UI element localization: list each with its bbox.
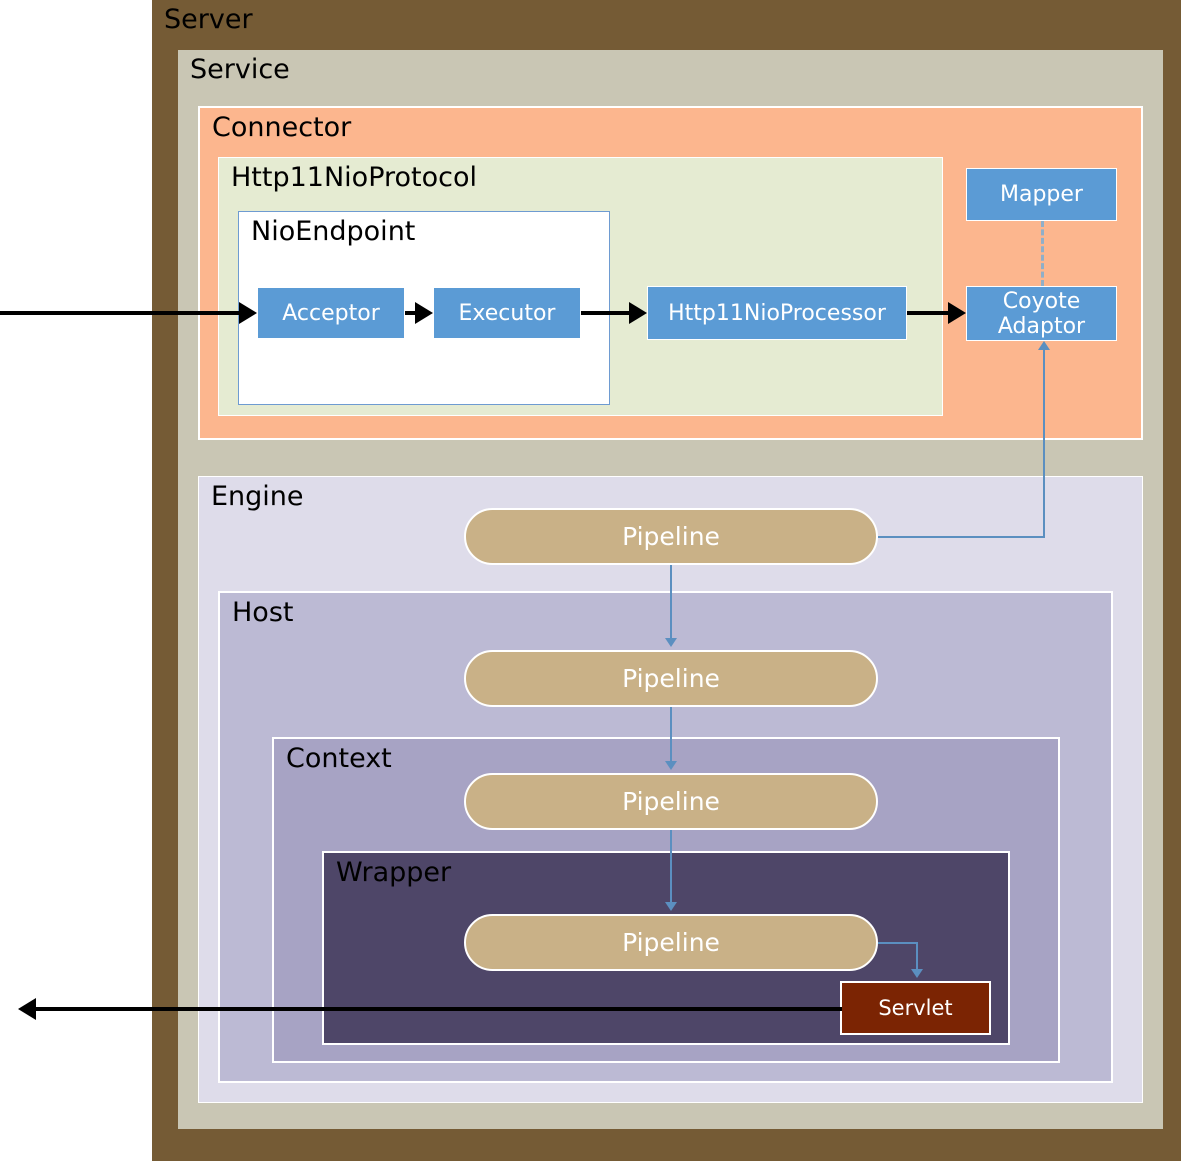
pipeline-wrapper[interactable]: Pipeline	[464, 914, 878, 971]
node-servlet-label: Servlet	[878, 996, 953, 1020]
executor-to-processor-line	[581, 311, 633, 315]
request-inbound-line	[0, 311, 245, 315]
processor-to-coyote-arrowhead	[948, 302, 966, 324]
pipeline-engine[interactable]: Pipeline	[464, 508, 878, 565]
wrapper-pipeline-to-servlet-vertical	[916, 942, 918, 971]
container-label-wrapper: Wrapper	[336, 857, 452, 888]
architecture-diagram: Server Service Connector Http11NioProtoc…	[0, 0, 1181, 1161]
container-label-http11nioprotocol: Http11NioProtocol	[231, 162, 477, 193]
engine-to-host-pipeline-arrowhead	[665, 638, 677, 647]
response-outbound-arrowhead	[18, 998, 36, 1020]
node-executor-label: Executor	[458, 300, 556, 326]
pipeline-context-label: Pipeline	[622, 787, 720, 816]
node-coyote-adaptor-label-line1: Coyote	[1002, 288, 1081, 314]
node-http11nioprocessor[interactable]: Http11NioProcessor	[647, 286, 907, 340]
acceptor-to-executor-arrowhead	[415, 302, 433, 324]
container-label-connector: Connector	[212, 112, 352, 143]
container-label-engine: Engine	[211, 481, 304, 512]
engine-pipeline-to-coyote-vertical	[1043, 350, 1045, 538]
node-coyote-adaptor-label-line2: Adaptor	[997, 313, 1086, 339]
executor-to-processor-arrowhead	[629, 302, 647, 324]
request-inbound-arrowhead	[239, 302, 257, 324]
container-label-host: Host	[232, 597, 294, 628]
engine-pipeline-to-coyote-horizontal	[878, 536, 1045, 538]
node-executor[interactable]: Executor	[433, 287, 581, 339]
context-to-wrapper-pipeline-arrowhead	[665, 902, 677, 911]
wrapper-pipeline-to-servlet-horizontal	[878, 942, 918, 944]
pipeline-host-label: Pipeline	[622, 664, 720, 693]
pipeline-host[interactable]: Pipeline	[464, 650, 878, 707]
processor-to-coyote-line	[907, 311, 953, 315]
container-label-service: Service	[190, 54, 290, 85]
pipeline-context[interactable]: Pipeline	[464, 773, 878, 830]
context-to-wrapper-pipeline-line	[670, 830, 672, 905]
container-label-server: Server	[164, 4, 253, 35]
node-mapper[interactable]: Mapper	[966, 168, 1117, 221]
node-http11nioprocessor-label: Http11NioProcessor	[668, 300, 886, 326]
node-coyote-adaptor[interactable]: Coyote Adaptor	[966, 286, 1117, 341]
node-servlet[interactable]: Servlet	[840, 981, 991, 1035]
node-mapper-label: Mapper	[1000, 182, 1083, 207]
host-to-context-pipeline-line	[670, 707, 672, 764]
node-acceptor-label: Acceptor	[282, 300, 380, 326]
node-acceptor[interactable]: Acceptor	[257, 287, 405, 339]
mapper-to-coyote-dashed-link	[1041, 221, 1044, 286]
pipeline-wrapper-label: Pipeline	[622, 928, 720, 957]
response-outbound-line	[30, 1007, 842, 1011]
engine-to-host-pipeline-line	[670, 565, 672, 641]
container-label-context: Context	[286, 743, 392, 774]
pipeline-engine-label: Pipeline	[622, 522, 720, 551]
container-label-nioendpoint: NioEndpoint	[251, 216, 416, 247]
host-to-context-pipeline-arrowhead	[665, 761, 677, 770]
engine-pipeline-to-coyote-arrowhead	[1038, 341, 1050, 350]
wrapper-pipeline-to-servlet-arrowhead	[911, 969, 923, 978]
